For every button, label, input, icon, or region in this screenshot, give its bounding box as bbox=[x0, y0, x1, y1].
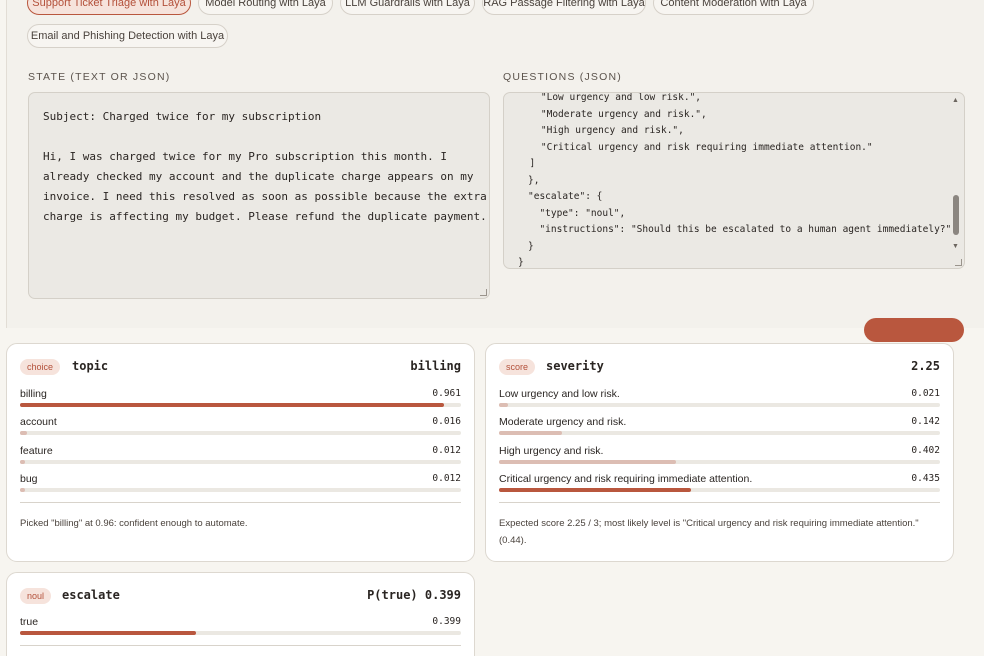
probability-bar bbox=[20, 431, 461, 435]
result-value: billing bbox=[410, 359, 461, 373]
result-value: P(true) 0.399 bbox=[367, 588, 461, 602]
questions-textarea[interactable]: "Low urgency and low risk.", "Moderate u… bbox=[503, 92, 965, 269]
probability-bar bbox=[20, 488, 461, 492]
preset-chip-content-moderation[interactable]: Content Moderation with Laya bbox=[653, 0, 814, 15]
question-name: severity bbox=[546, 359, 604, 373]
preset-chip-support-ticket-triage[interactable]: Support Ticket Triage with Laya bbox=[27, 0, 191, 15]
questions-line: "escalate": { bbox=[528, 191, 603, 202]
probability-fill bbox=[499, 431, 562, 435]
divider bbox=[499, 502, 940, 503]
option-probability: 0.012 bbox=[432, 473, 461, 484]
result-note: Picked "billing" at 0.96: confident enou… bbox=[20, 518, 248, 529]
questions-line: "Critical urgency and risk requiring imm… bbox=[518, 142, 873, 153]
resize-handle[interactable] bbox=[480, 289, 487, 296]
divider bbox=[20, 645, 461, 646]
probability-fill bbox=[20, 431, 28, 435]
result-card-escalate: noul escalate P(true) 0.399 true 0.399 bbox=[6, 572, 475, 656]
questions-label: QUESTIONS (JSON) bbox=[503, 71, 622, 83]
option-label: billing bbox=[20, 388, 47, 400]
questions-line: } bbox=[518, 257, 524, 268]
preset-chip-model-routing[interactable]: Model Routing with Laya bbox=[198, 0, 333, 15]
preset-chip-email-phishing[interactable]: Email and Phishing Detection with Laya bbox=[27, 24, 228, 48]
option-probability: 0.012 bbox=[432, 445, 461, 456]
type-badge: score bbox=[499, 359, 536, 375]
probability-fill bbox=[499, 403, 509, 407]
probability-fill bbox=[20, 488, 26, 492]
result-note: Expected score 2.25 / 3; most likely lev… bbox=[499, 518, 919, 546]
probability-fill bbox=[499, 460, 677, 464]
result-value: 2.25 bbox=[911, 359, 940, 373]
question-name: topic bbox=[72, 359, 109, 373]
state-textarea[interactable]: Subject: Charged twice for my subscripti… bbox=[28, 92, 490, 299]
preset-chip-rag-filtering[interactable]: RAG Passage Filtering with Laya bbox=[482, 0, 646, 15]
probability-bar bbox=[499, 460, 940, 464]
option-probability: 0.399 bbox=[432, 616, 461, 627]
type-badge: noul bbox=[20, 588, 52, 604]
state-text: Subject: Charged twice for my subscripti… bbox=[43, 110, 487, 223]
option-label: feature bbox=[20, 445, 53, 457]
option-label: account bbox=[20, 416, 57, 428]
option-probability: 0.402 bbox=[911, 445, 940, 456]
scrollbar[interactable]: ▲ ▼ bbox=[952, 97, 960, 265]
result-card-severity: score severity 2.25 Low urgency and low … bbox=[485, 343, 954, 562]
probability-bar bbox=[20, 403, 461, 407]
questions-line: "High urgency and risk.", bbox=[518, 125, 684, 136]
option-label: Critical urgency and risk requiring imme… bbox=[499, 473, 753, 485]
probability-fill bbox=[20, 631, 196, 635]
divider bbox=[20, 502, 461, 503]
scroll-thumb[interactable] bbox=[953, 195, 959, 235]
option-label: High urgency and risk. bbox=[499, 445, 604, 457]
questions-line: "Low urgency and low risk.", bbox=[518, 92, 702, 103]
probability-fill bbox=[20, 403, 444, 407]
question-name: escalate bbox=[62, 588, 120, 602]
result-card-topic: choice topic billing billing 0.961 accou… bbox=[6, 343, 475, 562]
probability-bar bbox=[499, 403, 940, 407]
run-button[interactable] bbox=[864, 318, 964, 342]
option-label: bug bbox=[20, 473, 38, 485]
probability-bar bbox=[20, 460, 461, 464]
questions-line: "instructions": "Should this be escalate… bbox=[528, 224, 952, 235]
option-label: Moderate urgency and risk. bbox=[499, 416, 627, 428]
questions-line: }, bbox=[528, 175, 540, 186]
scroll-down-arrow-icon[interactable]: ▼ bbox=[952, 243, 959, 250]
questions-line: } bbox=[528, 241, 534, 252]
option-label: Low urgency and low risk. bbox=[499, 388, 620, 400]
questions-line: "type": "noul", bbox=[528, 208, 626, 219]
questions-line: "Moderate urgency and risk.", bbox=[518, 109, 707, 120]
option-probability: 0.016 bbox=[432, 416, 461, 427]
probability-bar bbox=[499, 431, 940, 435]
scroll-up-arrow-icon[interactable]: ▲ bbox=[952, 97, 959, 104]
option-label: true bbox=[20, 616, 39, 628]
option-probability: 0.961 bbox=[432, 388, 461, 399]
probability-fill bbox=[20, 460, 26, 464]
input-panel: Support Ticket Triage with Laya Model Ro… bbox=[6, 0, 984, 342]
questions-line: ] bbox=[518, 158, 536, 169]
probability-bar bbox=[499, 488, 940, 492]
type-badge: choice bbox=[20, 359, 61, 375]
probability-fill bbox=[499, 488, 691, 492]
probability-bar bbox=[20, 631, 461, 635]
resize-handle[interactable] bbox=[955, 259, 962, 266]
option-probability: 0.435 bbox=[911, 473, 940, 484]
option-probability: 0.142 bbox=[911, 416, 940, 427]
state-label: STATE (TEXT OR JSON) bbox=[28, 71, 171, 83]
preset-chip-llm-guardrails[interactable]: LLM Guardrails with Laya bbox=[340, 0, 475, 15]
option-probability: 0.021 bbox=[911, 388, 940, 399]
